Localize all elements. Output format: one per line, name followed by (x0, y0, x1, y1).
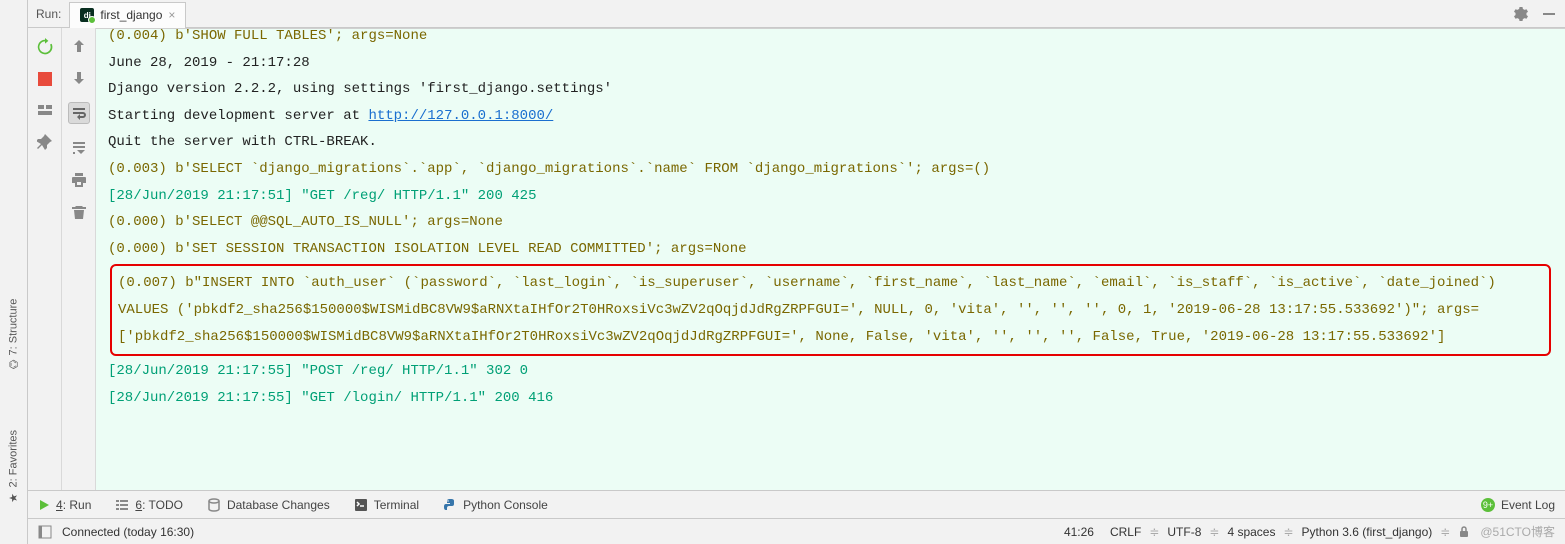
soft-wrap-icon[interactable] (71, 105, 87, 121)
status-line-sep[interactable]: CRLF (1110, 525, 1141, 539)
highlighted-insert-block: (0.007) b"INSERT INTO `auth_user` (`pass… (110, 264, 1551, 356)
bottom-tab-python-console[interactable]: Python Console (443, 498, 548, 512)
console-line-truncated: (0.004) b'SHOW FULL TABLES'; args=None (108, 28, 1553, 50)
pin-icon[interactable] (37, 134, 53, 150)
close-tab-icon[interactable]: × (168, 8, 175, 22)
console-output[interactable]: (0.004) b'SHOW FULL TABLES'; args=None J… (96, 28, 1565, 490)
minimize-icon[interactable] (1541, 6, 1557, 22)
console-line-sql-isolation: (0.000) b'SET SESSION TRANSACTION ISOLAT… (108, 236, 1553, 263)
sidebar-tab-structure[interactable]: ⌬7: Structure (7, 299, 20, 369)
run-tool-header: Run: dj first_django × (28, 0, 1565, 28)
layout-icon[interactable] (37, 102, 53, 118)
console-line-sql-migrations: (0.003) b'SELECT `django_migrations`.`ap… (108, 156, 1553, 183)
console-line-sql-autoisnull: (0.000) b'SELECT @@SQL_AUTO_IS_NULL'; ar… (108, 209, 1553, 236)
status-indent[interactable]: 4 spaces (1227, 525, 1275, 539)
trash-icon[interactable] (71, 204, 87, 220)
status-encoding[interactable]: UTF-8 (1167, 525, 1201, 539)
lock-icon[interactable] (1458, 526, 1470, 538)
watermark-text: @51CTO博客 (1480, 523, 1555, 540)
server-url-link[interactable]: http://127.0.0.1:8000/ (368, 108, 553, 124)
console-line-http-post-reg: [28/Jun/2019 21:17:55] "POST /reg/ HTTP/… (108, 358, 1553, 385)
arrow-down-icon[interactable] (71, 70, 87, 86)
print-icon[interactable] (71, 172, 87, 188)
run-gutter-primary (28, 28, 62, 490)
run-label: Run: (36, 7, 61, 21)
status-bar: Connected (today 16:30) 41:26 CRLF≑ UTF-… (28, 518, 1565, 544)
console-line-server: Starting development server at http://12… (108, 103, 1553, 130)
scroll-to-end-icon[interactable] (71, 140, 87, 156)
bottom-tab-database-changes[interactable]: Database Changes (207, 498, 330, 512)
console-line-http-get-login: [28/Jun/2019 21:17:55] "GET /login/ HTTP… (108, 385, 1553, 412)
sidebar-tab-favorites[interactable]: ★2: Favorites (7, 430, 20, 504)
console-line-sql-insert: (0.007) b"INSERT INTO `auth_user` (`pass… (118, 270, 1543, 350)
console-line-http-get-reg: [28/Jun/2019 21:17:51] "GET /reg/ HTTP/1… (108, 183, 1553, 210)
event-log-badge: 9+ (1481, 498, 1495, 512)
bottom-tab-terminal[interactable]: Terminal (354, 498, 419, 512)
status-connected: Connected (today 16:30) (62, 525, 194, 539)
rerun-icon[interactable] (36, 38, 54, 56)
arrow-up-icon[interactable] (71, 38, 87, 54)
status-interpreter[interactable]: Python 3.6 (first_django) (1302, 525, 1433, 539)
run-config-name: first_django (100, 8, 162, 22)
left-tool-sidebar: ⌬7: Structure ★2: Favorites (0, 0, 28, 544)
status-caret-pos[interactable]: 41:26 (1064, 525, 1094, 539)
bottom-tab-event-log[interactable]: 9+ Event Log (1481, 498, 1555, 512)
bottom-tab-run[interactable]: 4: Run (38, 498, 91, 512)
console-line-date: June 28, 2019 - 21:17:28 (108, 50, 1553, 77)
tool-window-toggle-icon[interactable] (38, 525, 52, 539)
console-line-quit: Quit the server with CTRL-BREAK. (108, 129, 1553, 156)
django-icon: dj (80, 8, 94, 22)
bottom-tab-todo[interactable]: 6: TODO (115, 498, 183, 512)
gear-icon[interactable] (1513, 6, 1529, 22)
console-line-version: Django version 2.2.2, using settings 'fi… (108, 76, 1553, 103)
run-gutter-secondary (62, 28, 96, 490)
bottom-tool-tabs: 4: Run 6: TODO Database Changes Terminal… (28, 490, 1565, 518)
stop-icon[interactable] (38, 72, 52, 86)
run-config-tab[interactable]: dj first_django × (69, 2, 186, 28)
